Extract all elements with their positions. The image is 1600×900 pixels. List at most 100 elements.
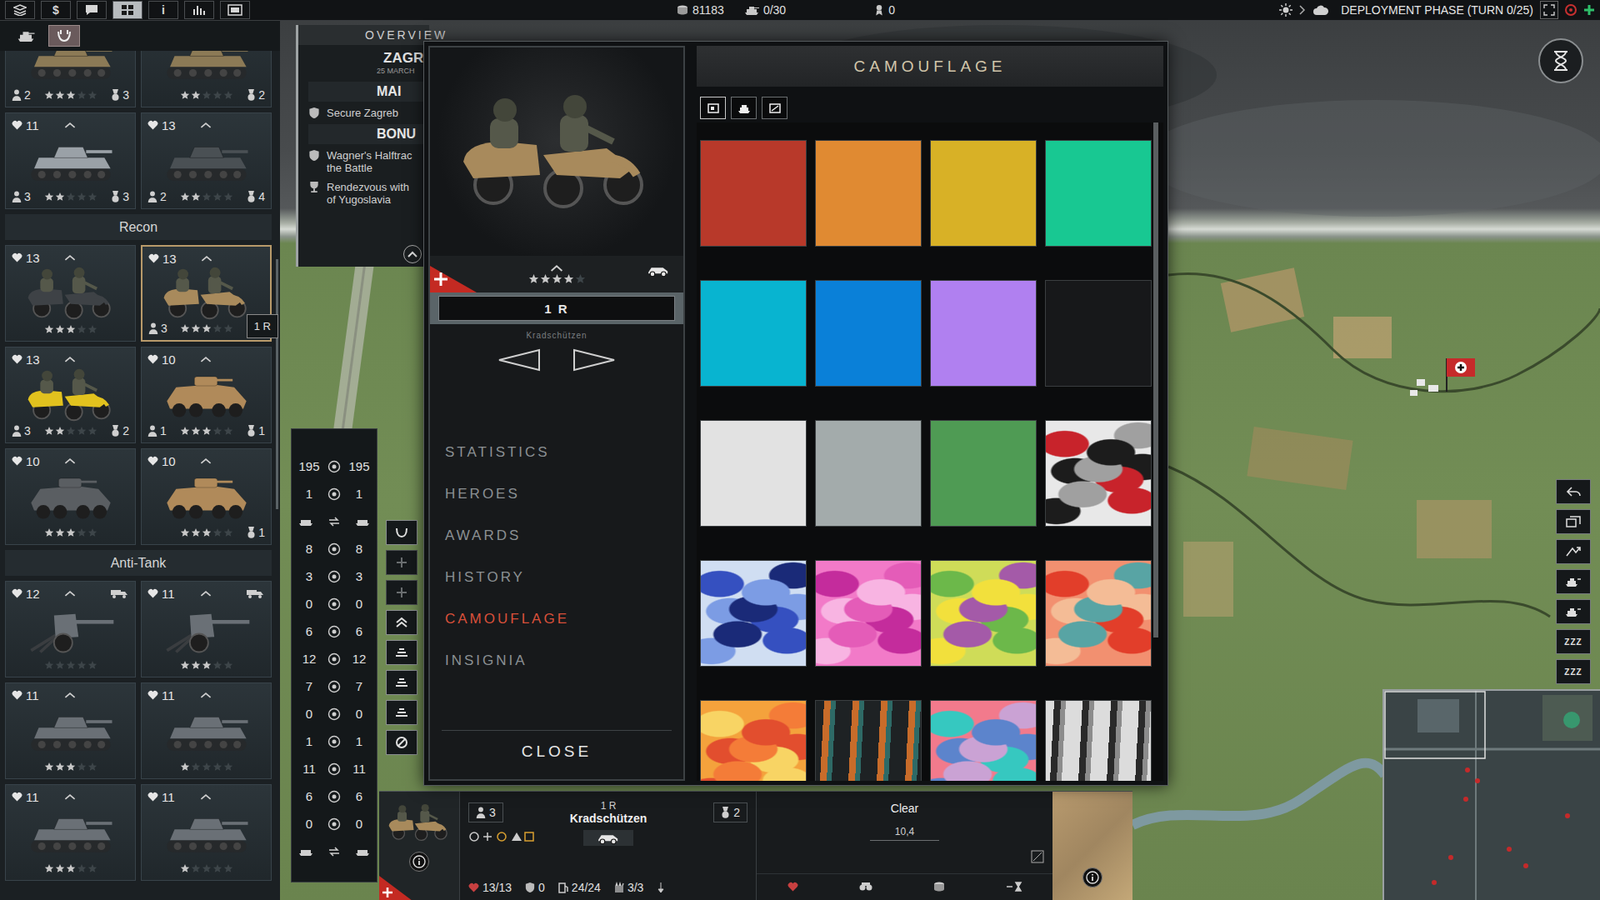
minimap[interactable] (1382, 689, 1600, 900)
roster-filter-button[interactable] (48, 25, 80, 47)
top-tool-button[interactable] (76, 0, 107, 20)
camouflage-swatch[interactable] (700, 420, 807, 527)
camouflage-swatch[interactable] (1045, 700, 1152, 781)
camouflage-swatch[interactable] (1045, 420, 1152, 527)
top-tool-button[interactable] (184, 0, 215, 20)
camouflage-swatch[interactable] (815, 560, 922, 667)
star-icon (223, 761, 234, 772)
unit-action-button[interactable] (385, 520, 418, 545)
collapse-button[interactable] (403, 245, 422, 264)
shield-icon (308, 149, 320, 162)
map-tool-button[interactable] (1555, 509, 1591, 535)
camouflage-swatch[interactable] (930, 280, 1037, 387)
unit-card[interactable]: 11 (140, 784, 272, 881)
unit-card[interactable]: 10 1 1 (140, 346, 272, 444)
map-tool-icon (1565, 605, 1582, 618)
star-icon (87, 324, 98, 335)
unit-menu-item[interactable]: INSIGNIA (430, 640, 684, 682)
map-tool-button[interactable]: ZZZ (1555, 629, 1591, 655)
map-tool-button[interactable] (1555, 539, 1591, 565)
unit-name-field[interactable]: 1 R (438, 295, 675, 321)
camouflage-tab[interactable] (730, 96, 757, 120)
next-unit-button[interactable] (570, 348, 616, 372)
top-tool-button[interactable] (5, 0, 35, 20)
camouflage-swatch[interactable] (700, 140, 807, 247)
unit-menu-item[interactable]: HISTORY (430, 556, 684, 599)
unit-card[interactable]: 11 (5, 784, 136, 881)
roster-filter-button[interactable] (10, 25, 42, 47)
star-icon (223, 323, 234, 334)
map-tool-button[interactable]: ZZZ (1555, 659, 1591, 685)
unit-info-button[interactable] (409, 851, 430, 872)
star-rating (180, 90, 234, 100)
unit-card[interactable]: 2 (140, 50, 272, 108)
top-tool-button[interactable] (112, 0, 143, 20)
camouflage-swatch[interactable] (815, 700, 922, 781)
star-icon (55, 863, 65, 874)
unit-card[interactable]: 10 (5, 448, 136, 545)
map-tool-button[interactable] (1555, 569, 1591, 595)
unit-card[interactable]: 12 (5, 580, 136, 678)
overview-title[interactable]: OVERVIEW (298, 25, 430, 45)
top-tool-button[interactable]: i (148, 0, 179, 20)
end-turn-button[interactable] (1538, 38, 1584, 84)
unit-card[interactable]: 13 3 1 R (140, 245, 272, 342)
top-tool-button[interactable]: $ (40, 0, 71, 20)
unit-card[interactable]: 11 (140, 580, 272, 678)
map-tool-button[interactable] (1555, 479, 1591, 505)
unit-card[interactable]: 11 (140, 682, 272, 780)
camouflage-swatch[interactable] (700, 700, 807, 781)
stat-row: 6 6 (291, 782, 377, 810)
camouflage-swatch[interactable] (1045, 140, 1152, 247)
star-icon (212, 425, 223, 436)
unit-action-button[interactable] (385, 670, 418, 695)
camouflage-swatch[interactable] (815, 140, 922, 247)
unit-menu-item[interactable]: CAMOUFLAGE (430, 598, 684, 640)
camouflage-swatch[interactable] (700, 560, 807, 667)
map-tool-button[interactable] (1555, 599, 1591, 625)
stat-icon (327, 817, 341, 831)
camouflage-swatch[interactable] (1045, 560, 1152, 667)
unit-card[interactable]: 13 3 2 (5, 346, 136, 444)
camouflage-scrollbar[interactable] (1153, 122, 1159, 638)
unit-action-button[interactable] (385, 700, 418, 725)
camouflage-swatch[interactable] (1045, 280, 1152, 387)
unit-action-button[interactable] (385, 640, 418, 665)
camouflage-tab[interactable] (700, 96, 726, 120)
transport-icon (110, 588, 129, 599)
unit-card[interactable]: 11 3 3 (5, 112, 136, 210)
unit-detail-pane: 1 R Kradschützen STATISTICSHEROESAWARDSH… (428, 45, 685, 781)
unit-card[interactable]: 11 (5, 682, 136, 780)
unit-card[interactable]: 13 (5, 245, 136, 342)
camouflage-swatch[interactable] (930, 140, 1037, 247)
unit-card[interactable]: 13 2 4 (140, 112, 272, 210)
star-rating (528, 273, 586, 285)
camouflage-swatch[interactable] (930, 700, 1037, 781)
unit-action-button[interactable] (385, 730, 418, 755)
tank-icon (160, 133, 254, 189)
unit-menu-item[interactable]: HEROES (430, 473, 684, 515)
unit-card[interactable]: 2 3 (5, 50, 136, 108)
camouflage-category-icon (737, 102, 751, 115)
camouflage-swatch[interactable] (930, 560, 1037, 667)
unit-action-button[interactable] (385, 610, 418, 635)
camouflage-swatch[interactable] (700, 280, 807, 387)
unit-action-button[interactable] (385, 550, 418, 575)
camouflage-swatch[interactable] (815, 280, 922, 387)
previous-unit-button[interactable] (497, 348, 543, 372)
terrain-info-button[interactable] (1082, 867, 1103, 888)
fullscreen-button[interactable] (1540, 0, 1559, 20)
close-button[interactable]: CLOSE (511, 739, 602, 765)
top-tool-button[interactable] (220, 0, 250, 20)
unit-card[interactable]: 10 1 (140, 448, 272, 545)
unit-menu-item[interactable]: AWARDS (430, 515, 684, 557)
stat-icon (327, 680, 341, 694)
camouflage-swatch[interactable] (930, 420, 1037, 527)
stat-row: 6 6 (291, 617, 377, 645)
unit-menu-item[interactable]: STATISTICS (430, 431, 684, 474)
roster-scrollbar[interactable] (275, 259, 279, 510)
city-marker[interactable] (1410, 358, 1475, 396)
camouflage-tab[interactable] (761, 96, 788, 120)
camouflage-swatch[interactable] (815, 420, 922, 527)
unit-action-button[interactable] (385, 580, 418, 605)
